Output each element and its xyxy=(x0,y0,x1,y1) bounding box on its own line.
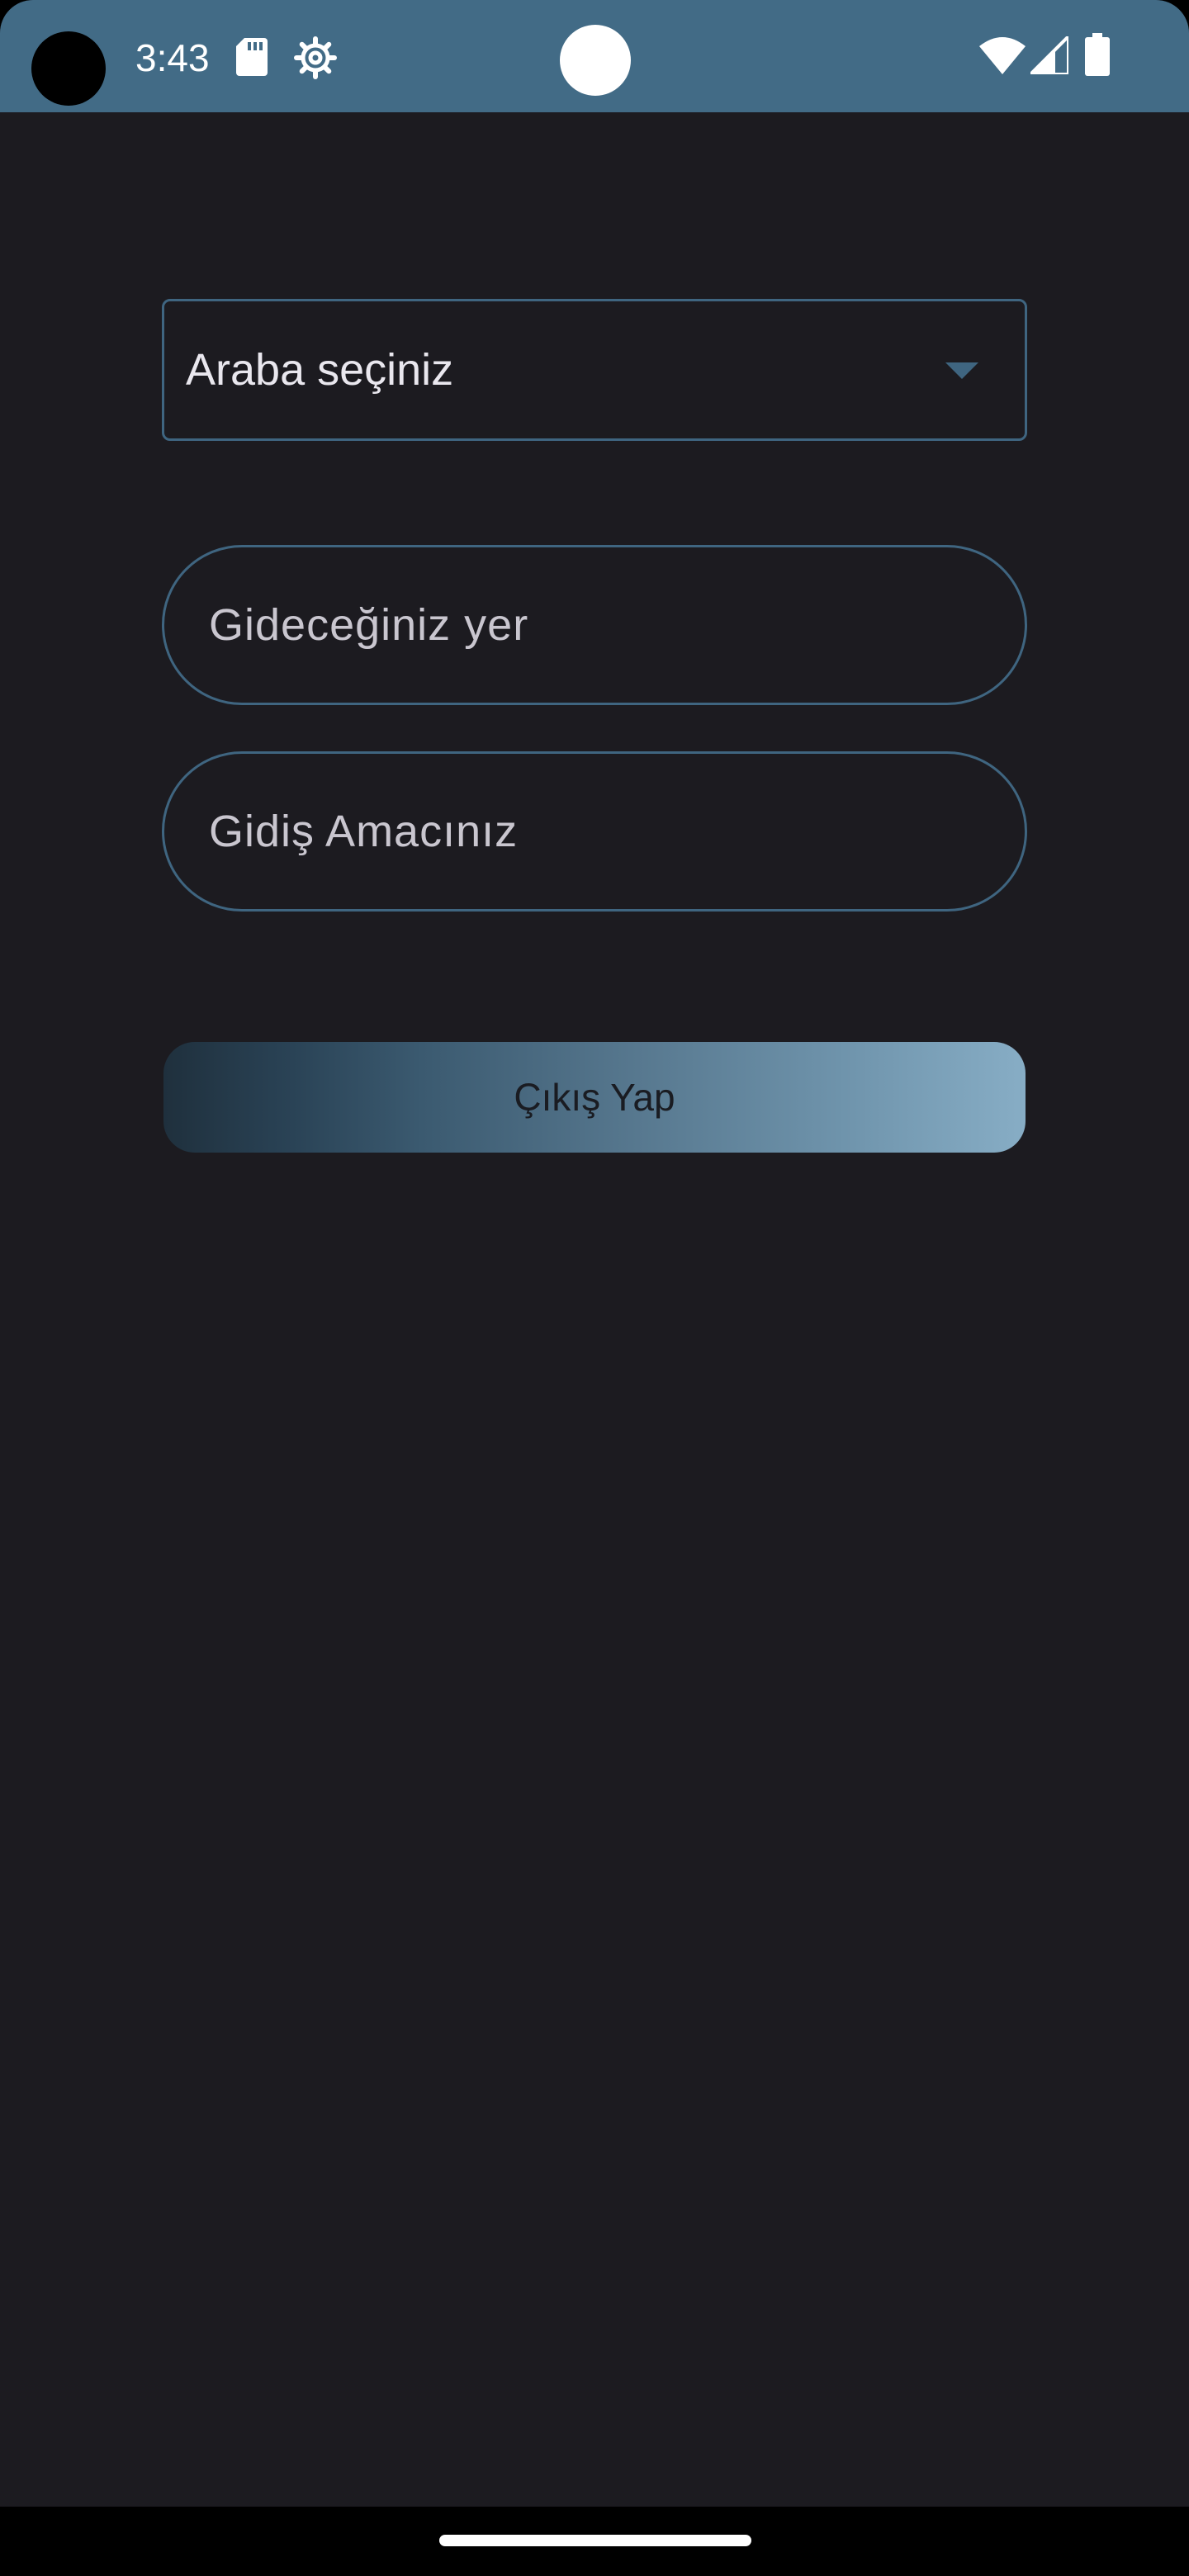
gear-icon xyxy=(294,36,337,79)
logout-button[interactable]: Çıkış Yap xyxy=(163,1042,1026,1153)
logout-button-label: Çıkış Yap xyxy=(514,1076,675,1119)
car-select-value: Araba seçiniz xyxy=(186,345,454,395)
car-select-dropdown[interactable]: Araba seçiniz xyxy=(162,299,1027,441)
wifi-icon xyxy=(979,37,1026,74)
app-screen: 3:43 Araba seçiniz Gideceğiniz yer Gidiş… xyxy=(0,0,1189,2576)
battery-icon xyxy=(1085,33,1110,76)
chevron-down-icon[interactable] xyxy=(945,362,978,379)
status-time: 3:43 xyxy=(135,36,210,79)
destination-field[interactable]: Gideceğiniz yer xyxy=(162,545,1027,705)
purpose-field[interactable]: Gidiş Amacınız xyxy=(162,751,1027,912)
purpose-placeholder: Gidiş Amacınız xyxy=(209,807,519,856)
camera-cutout xyxy=(31,31,106,106)
destination-placeholder: Gideceğiniz yer xyxy=(209,600,529,650)
sd-card-icon xyxy=(236,38,268,76)
home-indicator[interactable] xyxy=(439,2535,751,2546)
status-bar: 3:43 xyxy=(0,0,1189,112)
front-camera-dot xyxy=(560,25,631,96)
signal-icon xyxy=(1030,36,1068,74)
